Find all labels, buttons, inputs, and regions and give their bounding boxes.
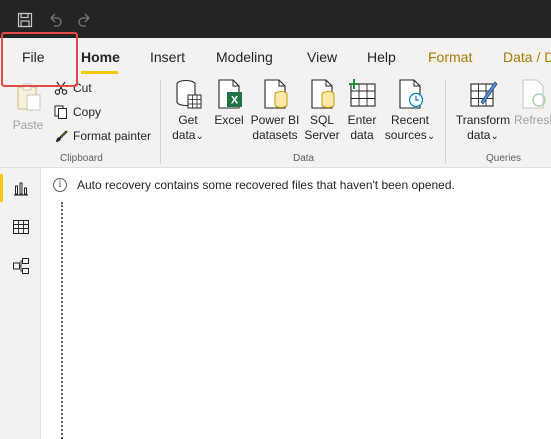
active-tab-indicator: [81, 71, 118, 74]
tab-view[interactable]: View: [307, 49, 337, 65]
format-painter-button[interactable]: Format painter: [54, 129, 151, 143]
paintbrush-icon: [56, 130, 68, 142]
get-data-button[interactable]: Get data⌄: [168, 78, 208, 144]
tab-home[interactable]: Home: [81, 49, 120, 65]
group-separator: [160, 80, 161, 164]
chevron-down-icon: ⌄: [195, 131, 204, 142]
copy-label: Copy: [73, 105, 102, 119]
enter-data-label-2: data: [350, 128, 374, 142]
group-separator: [445, 80, 446, 164]
refresh-button[interactable]: Refresh: [514, 78, 551, 128]
ribbon: Paste Cut Copy Format painter Clipboard …: [0, 76, 551, 168]
paste-label: Paste: [12, 118, 44, 132]
chevron-down-icon: ⌄: [490, 131, 499, 142]
tab-help[interactable]: Help: [367, 49, 396, 65]
data-view-icon[interactable]: [9, 215, 33, 239]
auto-recovery-message[interactable]: Auto recovery contains some recovered fi…: [77, 178, 455, 192]
tab-format[interactable]: Format: [428, 49, 472, 65]
canvas-page-edge: [61, 202, 63, 439]
redo-icon[interactable]: [74, 9, 96, 31]
enter-data-button[interactable]: Enter data: [344, 78, 380, 143]
clipboard-group-label: Clipboard: [60, 153, 103, 164]
sql-label-2: Server: [304, 128, 340, 142]
queries-group-label: Queries: [486, 153, 522, 164]
recent-sources-icon: [399, 79, 424, 109]
copy-button[interactable]: Copy: [54, 105, 101, 119]
recent-sources-label-1: Recent: [390, 113, 430, 127]
chevron-down-icon: ⌄: [426, 131, 436, 142]
recent-sources-label-2: sources: [384, 128, 427, 142]
power-bi-label-2: datasets: [252, 128, 298, 142]
power-bi-label-1: Power BI: [250, 113, 300, 127]
report-view-icon[interactable]: [9, 176, 33, 200]
auto-recovery-infobar: i Auto recovery contains some recovered …: [41, 168, 551, 202]
copy-icon: [54, 105, 67, 119]
active-view-indicator: [0, 174, 3, 202]
get-data-label-1: Get: [178, 113, 198, 127]
data-group-label: Data: [293, 153, 315, 164]
title-bar: [0, 0, 551, 38]
info-icon: i: [53, 178, 67, 192]
table-add-icon: [349, 79, 376, 107]
excel-icon: X: [218, 79, 242, 109]
database-icon: [176, 79, 202, 109]
transform-data-button[interactable]: Transform data⌄: [454, 78, 512, 144]
refresh-label: Refresh: [514, 113, 551, 127]
paste-button[interactable]: Paste: [10, 82, 46, 133]
model-view-icon[interactable]: [9, 254, 33, 278]
refresh-icon: [522, 79, 546, 109]
power-bi-datasets-button[interactable]: Power BI datasets: [250, 78, 300, 143]
report-canvas[interactable]: [41, 202, 551, 439]
excel-button[interactable]: X Excel: [212, 78, 246, 128]
svg-text:X: X: [231, 95, 239, 107]
sql-server-icon: [311, 79, 335, 109]
power-bi-dataset-icon: [264, 79, 288, 109]
ribbon-tabs: File Home Insert Modeling View Help Form…: [0, 38, 551, 76]
sql-server-button[interactable]: SQL Server: [304, 78, 340, 143]
format-painter-label: Format painter: [73, 129, 152, 143]
view-switcher: [0, 168, 41, 439]
sql-label-1: SQL: [309, 113, 334, 127]
get-data-label-2: data: [172, 128, 196, 142]
transform-data-icon: [470, 81, 498, 107]
save-icon[interactable]: [14, 9, 36, 31]
tab-modeling[interactable]: Modeling: [216, 49, 273, 65]
transform-data-label-1: Transform: [455, 113, 511, 127]
transform-data-label-2: data: [467, 128, 491, 142]
undo-icon[interactable]: [44, 9, 66, 31]
tab-insert[interactable]: Insert: [150, 49, 185, 65]
file-tab-highlight: [1, 32, 78, 87]
enter-data-label-1: Enter: [347, 113, 377, 127]
recent-sources-button[interactable]: Recent sources⌄: [384, 78, 436, 144]
excel-label: Excel: [214, 113, 244, 127]
tab-data-drill[interactable]: Data / D: [503, 49, 551, 65]
